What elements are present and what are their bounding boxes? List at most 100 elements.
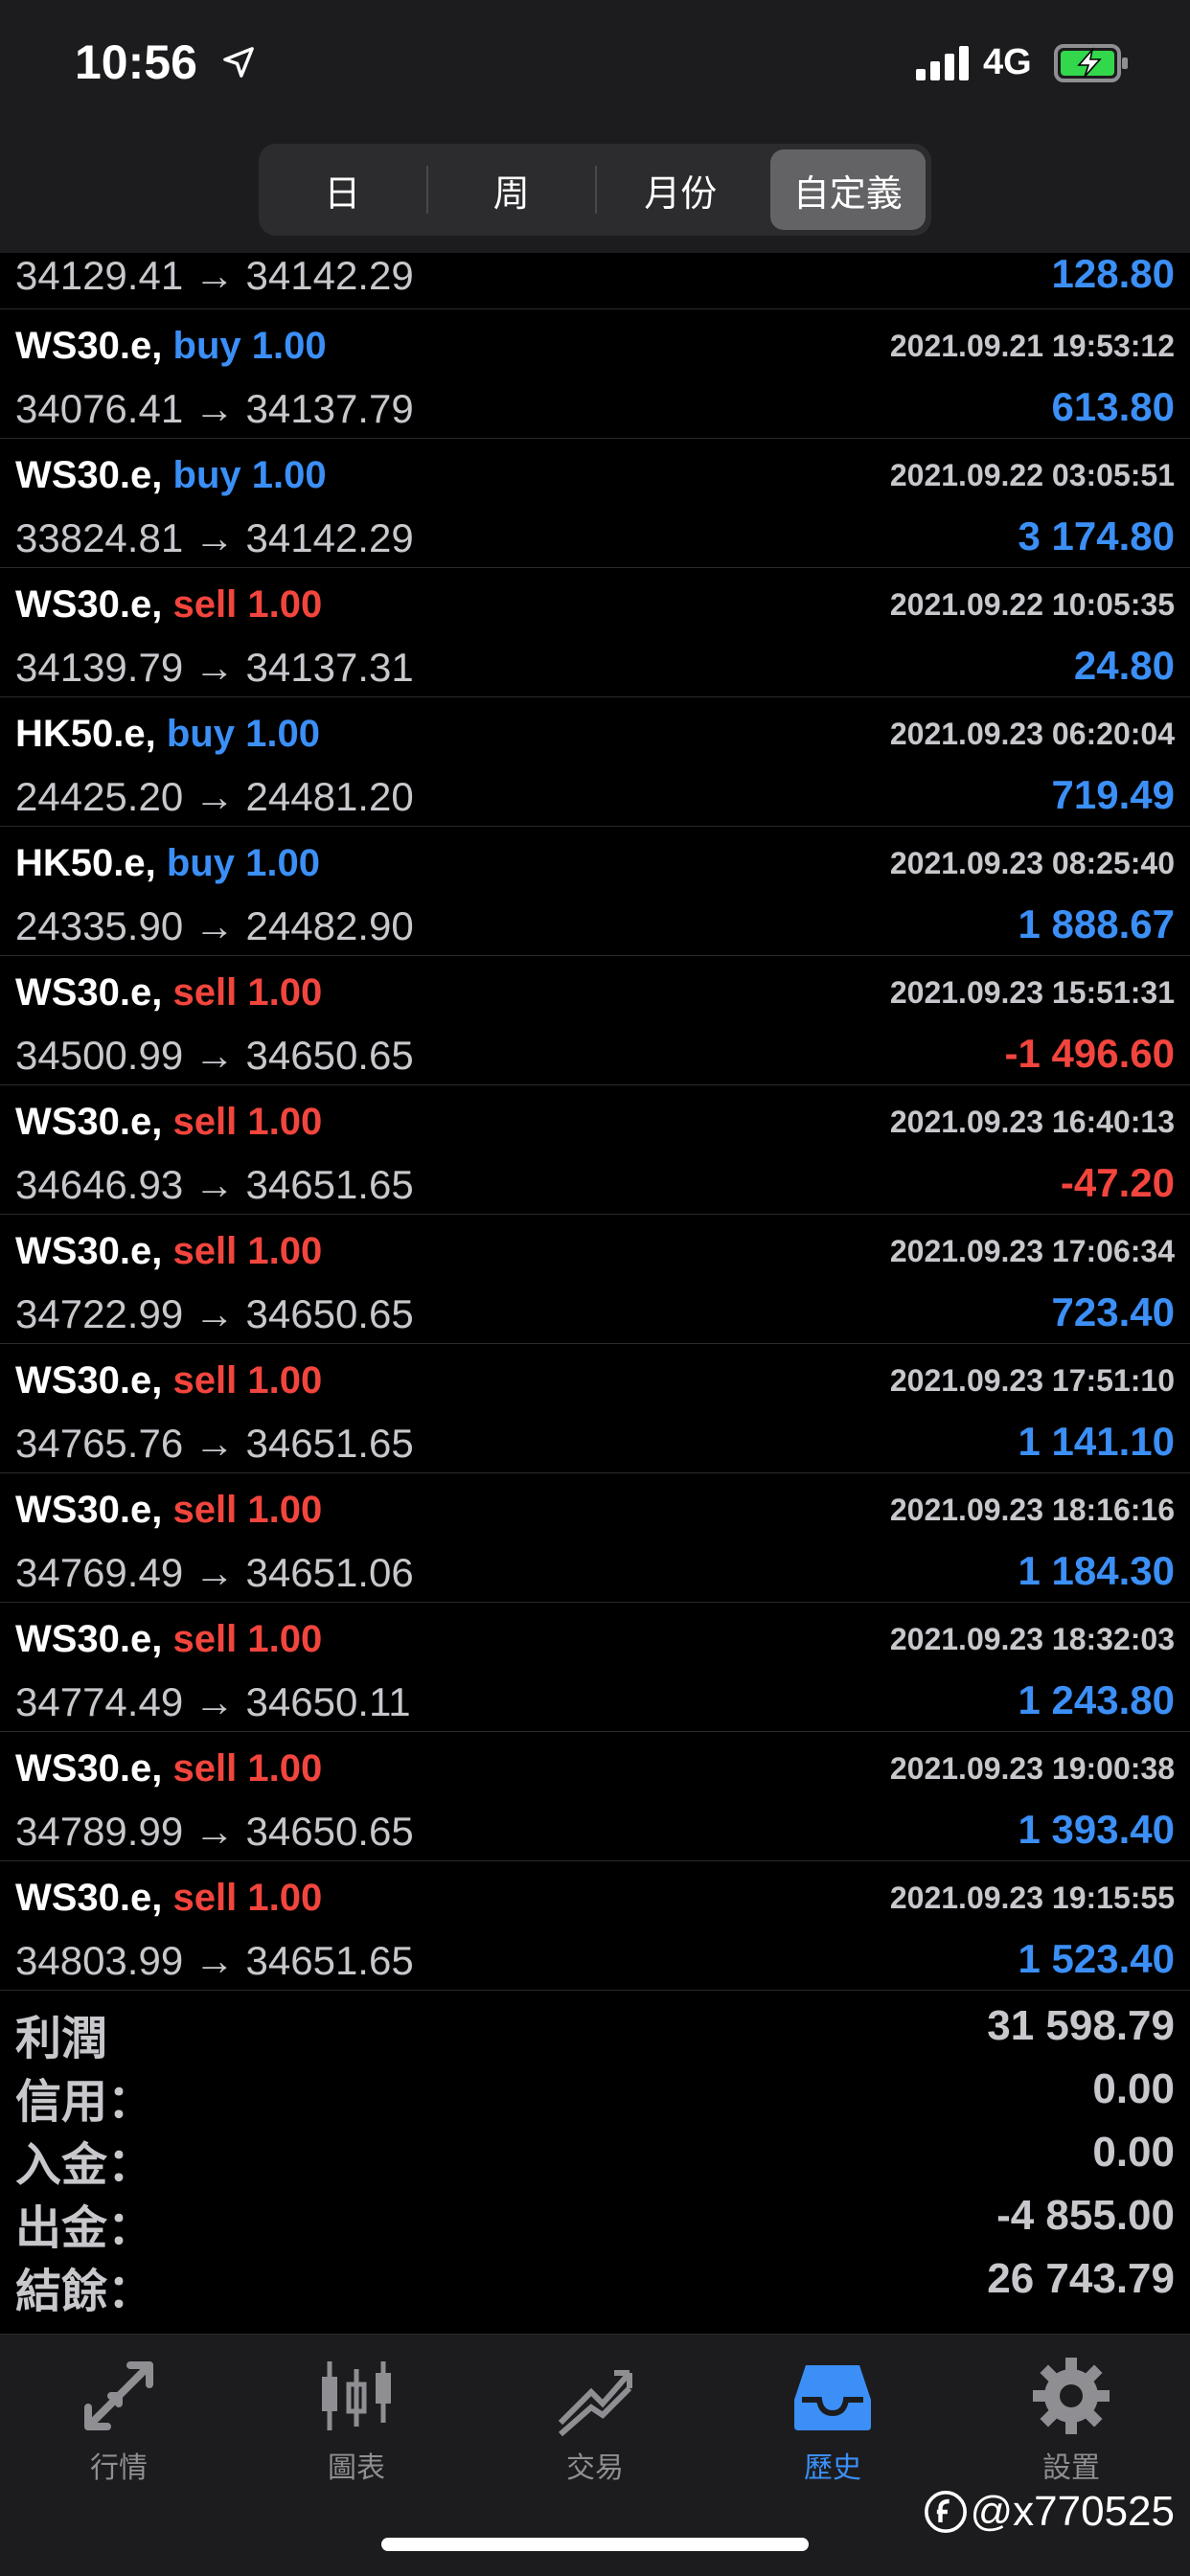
trade-title: HK50.e, buy 1.00 (15, 713, 320, 756)
summary-value: 31 598.79 (987, 2002, 1175, 2049)
trade-profit: 1 523.40 (1018, 1936, 1176, 1981)
tab-label: 設置 (1042, 2452, 1100, 2484)
summary-value: 0.00 (1092, 2065, 1175, 2112)
tab-label: 交易 (566, 2452, 624, 2484)
trade-icon (558, 2370, 632, 2437)
trade-volume: 1.00 (247, 1101, 323, 1143)
trade-row[interactable]: WS30.e, sell 1.00 2021.09.23 19:00:38 3478… (0, 1732, 1190, 1861)
trade-title: WS30.e, buy 1.00 (15, 325, 327, 368)
trade-profit: 613.80 (1051, 384, 1175, 429)
battery-charging-icon (1054, 44, 1128, 82)
trade-side: sell (172, 1877, 238, 1919)
history-icon (794, 2365, 871, 2430)
trade-row[interactable]: WS30.e, sell 1.00 2021.09.22 10:05:35 3413… (0, 568, 1190, 697)
trade-row[interactable]: WS30.e, buy 1.00 2021.09.21 19:53:12 34076… (0, 309, 1190, 439)
trade-side: sell (172, 1230, 238, 1272)
trade-side: buy (166, 842, 235, 884)
trade-time: 2021.09.23 18:16:16 (889, 1493, 1175, 1527)
trade-volume: 1.00 (247, 1747, 323, 1790)
tab-chart[interactable]: 圖表 (238, 2354, 475, 2488)
trade-title: WS30.e, sell 1.00 (15, 1489, 322, 1532)
trade-volume: 1.00 (247, 1489, 323, 1531)
trade-profit: 1 243.80 (1018, 1677, 1176, 1722)
trade-volume: 1.00 (245, 842, 320, 884)
tab-bar: 行情 圖表 交易 歷史 設置 @x770525 (0, 2334, 1190, 2576)
trade-prices: 34769.49 → 34651.06 (15, 1550, 414, 1595)
trade-title: WS30.e, sell 1.00 (15, 583, 322, 627)
trade-symbol: WS30.e, (15, 454, 163, 496)
trade-side: buy (172, 325, 241, 367)
trade-side: sell (172, 583, 238, 626)
trade-symbol: WS30.e, (15, 1489, 163, 1531)
trade-side: sell (172, 1489, 238, 1531)
trade-row[interactable]: WS30.e, sell 1.00 2021.09.23 18:32:03 3477… (0, 1603, 1190, 1732)
trade-symbol: WS30.e, (15, 1747, 163, 1790)
trade-profit: 723.40 (1051, 1289, 1175, 1334)
trade-side: sell (172, 1618, 238, 1660)
period-segmented-control: 日 周 月份 自定義 (259, 144, 931, 236)
trade-row[interactable]: WS30.e, sell 1.00 2021.09.23 15:51:31 3450… (0, 956, 1190, 1085)
tab-quotes[interactable]: 行情 (0, 2354, 238, 2488)
trade-row[interactable]: HK50.e, buy 1.00 2021.09.23 08:25:40 24335… (0, 827, 1190, 956)
trade-symbol: HK50.e, (15, 713, 156, 755)
trade-volume: 1.00 (247, 1618, 323, 1660)
trade-row[interactable]: WS30.e, sell 1.00 2021.09.23 16:40:13 3464… (0, 1085, 1190, 1215)
trade-profit: 1 393.40 (1018, 1807, 1176, 1852)
trade-row[interactable]: WS30.e, sell 1.00 2021.09.23 17:06:34 3472… (0, 1215, 1190, 1344)
trade-title: WS30.e, sell 1.00 (15, 1747, 322, 1790)
tab-trade[interactable]: 交易 (476, 2354, 714, 2488)
trade-time: 2021.09.22 03:05:51 (889, 458, 1175, 492)
tab-label: 歷史 (804, 2452, 861, 2484)
tab-label: 圖表 (328, 2452, 385, 2484)
tab-settings[interactable]: 設置 (952, 2354, 1190, 2488)
segment-day[interactable]: 日 (264, 149, 421, 230)
chart-icon (322, 2361, 391, 2430)
trade-side: sell (172, 1101, 238, 1143)
trade-profit: -1 496.60 (1004, 1031, 1175, 1076)
summary-row: 利潤 31 598.79 (0, 1993, 1190, 2064)
trade-profit: 3 174.80 (1018, 513, 1176, 559)
trade-time: 2021.09.23 17:51:10 (889, 1363, 1175, 1398)
trade-time: 2021.09.21 19:53:12 (889, 329, 1175, 363)
trade-symbol: WS30.e, (15, 971, 163, 1014)
trade-profit: 719.49 (1051, 772, 1175, 817)
trade-profit: 24.80 (1073, 643, 1175, 688)
trade-row-partial[interactable]: 34129.41 → 34142.29 128.80 (0, 251, 1190, 309)
trade-side: buy (166, 713, 235, 755)
summary-row: 出金： -4 855.00 (0, 2182, 1190, 2254)
trade-row[interactable]: WS30.e, buy 1.00 2021.09.22 03:05:51 33824… (0, 439, 1190, 568)
trade-title: HK50.e, buy 1.00 (15, 842, 320, 885)
trade-symbol: WS30.e, (15, 1230, 163, 1272)
summary-section: 利潤 31 598.79 信用： 0.00 入金： 0.00 出金： -4 855.00 結餘：… (0, 1993, 1190, 2317)
trade-volume: 1.00 (251, 325, 327, 367)
quotes-icon (84, 2361, 153, 2430)
trade-row[interactable]: WS30.e, sell 1.00 2021.09.23 17:51:10 3476… (0, 1344, 1190, 1473)
trade-side: sell (172, 1359, 238, 1402)
segment-custom[interactable]: 自定義 (769, 149, 926, 230)
trade-row[interactable]: WS30.e, sell 1.00 2021.09.23 18:16:16 3476… (0, 1473, 1190, 1603)
trade-profit: 1 141.10 (1018, 1419, 1176, 1464)
trade-volume: 1.00 (247, 971, 323, 1014)
segment-week[interactable]: 周 (434, 149, 590, 230)
trade-prices: 34722.99 → 34650.65 (15, 1291, 414, 1336)
trade-row[interactable]: HK50.e, buy 1.00 2021.09.23 06:20:04 24425… (0, 697, 1190, 827)
trade-prices: 34803.99 → 34651.65 (15, 1938, 414, 1983)
trade-title: WS30.e, sell 1.00 (15, 1877, 322, 1920)
watermark-text: @x770525 (970, 2488, 1176, 2535)
tab-history[interactable]: 歷史 (714, 2354, 951, 2488)
trade-side: sell (172, 1747, 238, 1790)
trade-symbol: WS30.e, (15, 583, 163, 626)
trade-volume: 1.00 (247, 583, 323, 626)
trade-volume: 1.00 (247, 1230, 323, 1272)
trade-time: 2021.09.23 08:25:40 (889, 846, 1175, 880)
trade-prices: 34129.41 → 34142.29 (15, 253, 414, 298)
trade-side: sell (172, 971, 238, 1014)
trade-title: WS30.e, buy 1.00 (15, 454, 327, 497)
settings-icon (1033, 2358, 1110, 2434)
summary-row: 結餘： 26 743.79 (0, 2245, 1190, 2317)
trade-time: 2021.09.23 06:20:04 (889, 717, 1175, 751)
trade-row[interactable]: WS30.e, sell 1.00 2021.09.23 19:15:55 3480… (0, 1861, 1190, 1991)
summary-value: 0.00 (1092, 2129, 1175, 2176)
home-indicator[interactable] (381, 2538, 809, 2551)
segment-month[interactable]: 月份 (603, 149, 759, 230)
